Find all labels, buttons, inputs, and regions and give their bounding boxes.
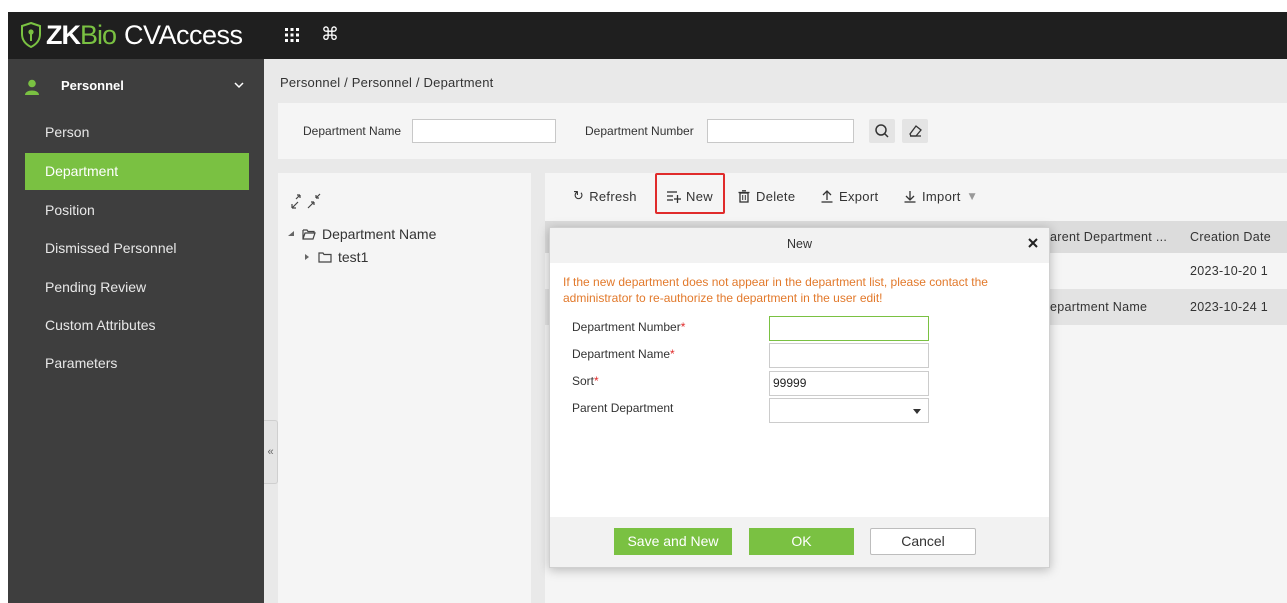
sidebar-item-department[interactable]: Department <box>25 153 249 190</box>
delete-button[interactable]: Delete <box>738 189 795 204</box>
tree-expanded-arrow-icon <box>288 231 294 236</box>
person-icon <box>25 79 39 95</box>
sidebar-item-custom-attributes[interactable]: Custom Attributes <box>25 307 249 344</box>
dialog-title: New <box>786 237 812 251</box>
department-name-field-label: Department Name* <box>572 347 675 361</box>
cell-creation-date: 2023-10-24 1 <box>1190 300 1268 314</box>
export-button[interactable]: Export <box>821 189 878 204</box>
import-label: Import <box>922 189 961 204</box>
sidebar-item-parameters[interactable]: Parameters <box>25 345 249 382</box>
save-and-new-button[interactable]: Save and New <box>614 528 732 555</box>
tree-collapsed-arrow-icon <box>305 254 309 260</box>
expand-collapse-all-icon[interactable] <box>291 193 321 209</box>
department-tree-panel: Department Name test1 <box>278 173 531 603</box>
trash-icon <box>738 190 750 203</box>
cancel-button[interactable]: Cancel <box>870 528 976 555</box>
import-icon <box>904 191 916 203</box>
close-icon[interactable] <box>1027 237 1039 249</box>
caret-down-icon: ▼ <box>968 191 976 202</box>
label-text: Department Name <box>572 347 671 361</box>
dialog-body: If the new department does not appear in… <box>550 263 1049 517</box>
import-button[interactable]: Import ▼ <box>904 189 976 204</box>
sidebar-item-dismissed-personnel[interactable]: Dismissed Personnel <box>25 230 249 267</box>
dialog-warning-message: If the new department does not appear in… <box>563 275 988 305</box>
logo-text-zk: ZK <box>46 19 81 50</box>
eraser-icon <box>909 125 922 137</box>
tree-node-label: Department Name <box>322 226 437 242</box>
search-bar: Department Name Department Number <box>278 103 1287 159</box>
sidebar-item-position[interactable]: Position <box>25 192 249 229</box>
top-bar: ZK Bio CVAccess ⌘ <box>8 12 1287 59</box>
logo-text-bio: Bio <box>80 19 117 50</box>
add-list-icon <box>667 190 681 203</box>
sidebar-collapse-toggle[interactable]: « <box>264 420 278 484</box>
required-mark: * <box>670 347 675 361</box>
folder-open-icon <box>302 229 316 240</box>
new-label: New <box>686 189 713 204</box>
parent-department-select[interactable] <box>769 398 929 423</box>
department-name-field[interactable] <box>769 343 929 368</box>
required-mark: * <box>680 320 686 334</box>
tree-node-test1[interactable]: test1 <box>302 249 368 265</box>
department-number-label: Department Number <box>585 124 694 138</box>
folder-icon <box>318 252 332 263</box>
sidebar-item-person[interactable]: Person <box>25 114 249 151</box>
caret-down-icon <box>913 409 921 414</box>
column-creation-date[interactable]: Creation Date <box>1190 230 1271 244</box>
delete-label: Delete <box>756 189 796 204</box>
chevron-down-icon <box>234 82 244 89</box>
search-icon <box>875 124 889 138</box>
tree-node-root[interactable]: Department Name <box>286 226 436 242</box>
department-number-search-input[interactable] <box>707 119 854 143</box>
new-button[interactable]: New <box>666 189 713 204</box>
new-department-dialog: New If the new department does not appea… <box>549 227 1050 568</box>
breadcrumb: Personnel / Personnel / Department <box>280 75 494 90</box>
toolbar: ↻ Refresh New Delete Export Import ▼ <box>545 173 1287 221</box>
department-name-label: Department Name <box>303 124 402 138</box>
sidebar-module-header[interactable]: Personnel <box>8 59 264 115</box>
shield-logo-icon <box>21 22 41 48</box>
label-text: Department Number <box>572 320 681 334</box>
department-name-search-input[interactable] <box>412 119 556 143</box>
sort-field[interactable]: 99999 <box>769 371 929 396</box>
app-logo[interactable]: ZK Bio CVAccess <box>20 18 243 52</box>
ok-button[interactable]: OK <box>749 528 854 555</box>
command-icon[interactable]: ⌘ <box>321 24 339 46</box>
logo-text-product: CVAccess <box>124 19 243 50</box>
clear-search-button[interactable] <box>902 119 928 143</box>
department-number-field-label: Department Number* <box>572 320 685 334</box>
sort-field-label: Sort* <box>572 374 599 388</box>
sidebar: Personnel Person Department Position Dis… <box>8 59 264 603</box>
cell-creation-date: 2023-10-20 1 <box>1190 264 1268 278</box>
refresh-button[interactable]: ↻ Refresh <box>573 189 637 204</box>
export-icon <box>821 190 833 203</box>
parent-department-field-label: Parent Department <box>572 401 674 415</box>
refresh-icon: ↻ <box>573 189 585 204</box>
label-text: Sort <box>572 374 595 388</box>
tree-node-label: test1 <box>338 249 369 265</box>
apps-grid-icon[interactable] <box>284 24 300 49</box>
cell-parent-department: epartment Name <box>1050 300 1148 314</box>
column-parent-department[interactable]: arent Department ... <box>1050 230 1167 244</box>
required-mark: * <box>594 374 599 388</box>
department-number-field[interactable] <box>769 316 929 341</box>
search-button[interactable] <box>869 119 895 143</box>
export-label: Export <box>839 189 879 204</box>
refresh-label: Refresh <box>589 189 637 204</box>
sidebar-item-pending-review[interactable]: Pending Review <box>25 269 249 306</box>
sidebar-module-title: Personnel <box>61 78 124 93</box>
